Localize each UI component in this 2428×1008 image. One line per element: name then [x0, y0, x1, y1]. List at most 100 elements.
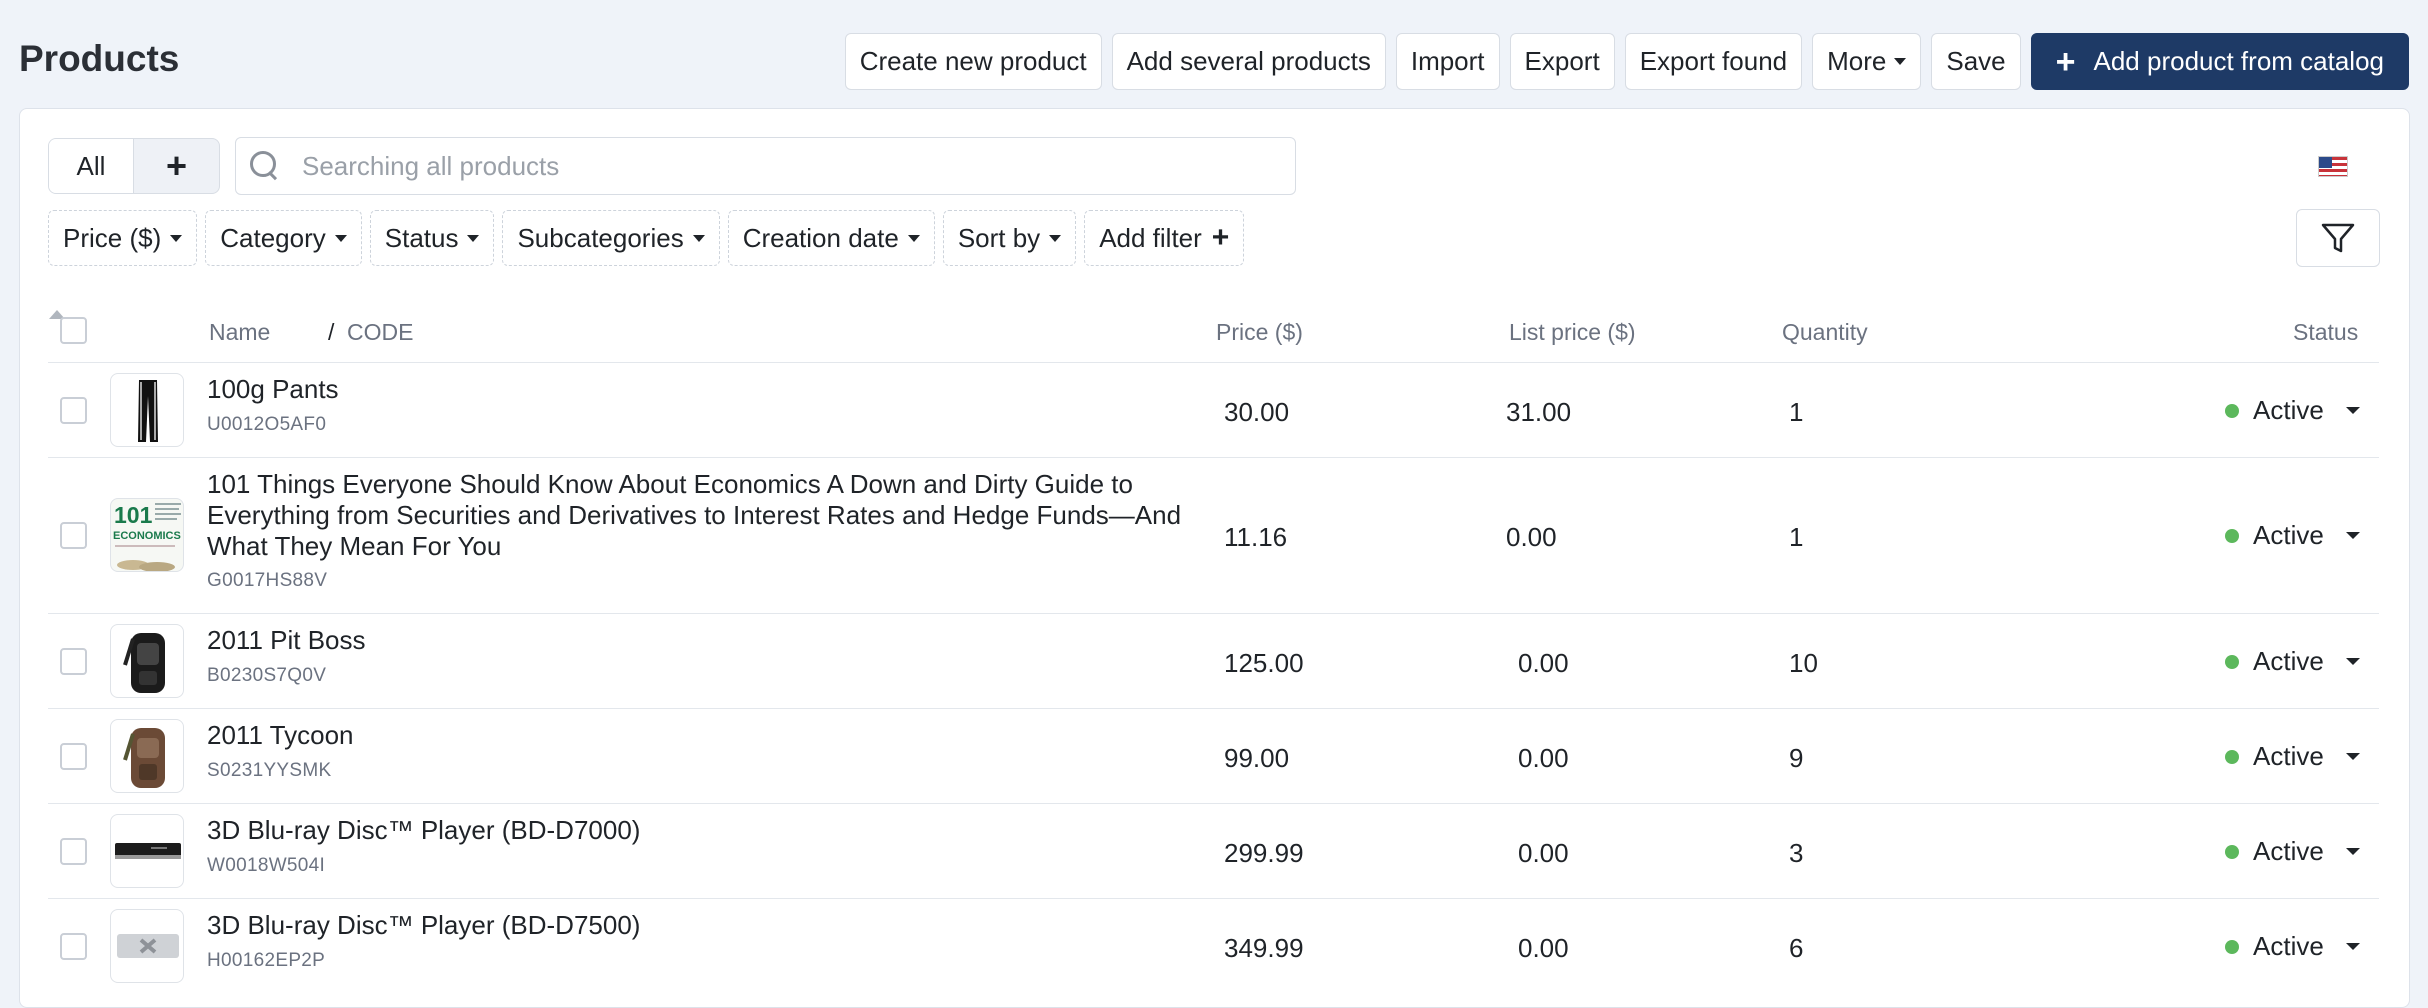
product-name[interactable]: 2011 Tycoon [207, 720, 1197, 751]
row-checkbox[interactable] [60, 648, 87, 675]
header-name[interactable]: Name [209, 319, 270, 346]
product-quantity[interactable]: 6 [1789, 933, 1803, 964]
table-header: Name / CODE Price ($) List price ($) Qua… [48, 299, 2379, 363]
tab-all[interactable]: All [49, 139, 134, 193]
export-button[interactable]: Export [1509, 33, 1615, 90]
filter-sort-by[interactable]: Sort by [942, 210, 1077, 266]
filter-subcategories[interactable]: Subcategories [502, 210, 720, 266]
chevron-down-icon [1894, 58, 1907, 65]
product-thumbnail[interactable] [110, 624, 184, 698]
add-product-from-catalog-button[interactable]: + Add product from catalog [2030, 33, 2409, 90]
export-found-button[interactable]: Export found [1624, 33, 1803, 90]
filter-status[interactable]: Status [369, 210, 495, 266]
product-quantity[interactable]: 3 [1789, 838, 1803, 869]
row-checkbox[interactable] [60, 838, 87, 865]
status-dropdown[interactable]: Active [2225, 395, 2360, 426]
header-separator: / [328, 319, 335, 345]
status-active-dot [2225, 939, 2239, 954]
product-thumbnail[interactable] [110, 909, 184, 983]
select-all-checkbox[interactable] [60, 317, 87, 344]
add-several-products-button[interactable]: Add several products [1111, 33, 1386, 90]
product-code: W0018W504I [207, 855, 326, 876]
header-list-price[interactable]: List price ($) [1509, 319, 1636, 346]
import-button[interactable]: Import [1395, 33, 1500, 90]
product-list-price[interactable]: 0.00 [1518, 648, 1569, 679]
status-dropdown[interactable]: Active [2225, 931, 2360, 962]
table-row[interactable]: 3D Blu-ray Disc™ Player (BD-D7500) H0016… [48, 899, 2379, 994]
chevron-down-icon [467, 234, 480, 242]
bluray-player-image-icon [115, 843, 181, 859]
search-input[interactable] [300, 149, 1250, 183]
product-code: U0012O5AF0 [207, 414, 327, 435]
product-price[interactable]: 299.99 [1224, 838, 1304, 869]
product-list-price[interactable]: 0.00 [1506, 522, 1557, 553]
table-row[interactable]: 2011 Tycoon S0231YYSMK 99.00 0.00 9 Acti… [48, 709, 2379, 804]
chevron-down-icon [2345, 658, 2360, 665]
table-row[interactable]: 101 ECONOMICS 101 Things Everyone Should… [48, 458, 2379, 614]
product-code: B0230S7Q0V [207, 665, 327, 686]
product-thumbnail[interactable]: 101 ECONOMICS [110, 498, 184, 572]
status-dropdown[interactable]: Active [2225, 646, 2360, 677]
plus-icon: + [2055, 42, 2076, 81]
product-name[interactable]: 3D Blu-ray Disc™ Player (BD-D7000) [207, 815, 1197, 846]
row-checkbox[interactable] [60, 933, 87, 960]
product-list-price[interactable]: 31.00 [1506, 397, 1571, 428]
filter-category[interactable]: Category [205, 210, 362, 266]
advanced-filter-button[interactable] [2296, 209, 2380, 267]
product-name[interactable]: 101 Things Everyone Should Know About Ec… [207, 469, 1197, 562]
product-list-price[interactable]: 0.00 [1518, 838, 1569, 869]
chevron-down-icon [170, 234, 183, 242]
product-price[interactable]: 125.00 [1224, 648, 1304, 679]
header-price[interactable]: Price ($) [1216, 319, 1303, 346]
product-list-price[interactable]: 0.00 [1518, 743, 1569, 774]
product-quantity[interactable]: 1 [1789, 522, 1803, 553]
status-label: Active [2253, 741, 2324, 771]
header-quantity[interactable]: Quantity [1782, 319, 1868, 346]
create-new-product-button[interactable]: Create new product [844, 33, 1102, 90]
table-row[interactable]: 3D Blu-ray Disc™ Player (BD-D7000) W0018… [48, 804, 2379, 899]
status-active-dot [2225, 844, 2239, 859]
product-thumbnail[interactable] [110, 719, 184, 793]
product-thumbnail[interactable] [110, 814, 184, 888]
add-tab-button[interactable]: + [134, 139, 219, 193]
status-dropdown[interactable]: Active [2225, 836, 2360, 867]
product-quantity[interactable]: 9 [1789, 743, 1803, 774]
product-price[interactable]: 30.00 [1224, 397, 1289, 428]
save-button[interactable]: Save [1931, 33, 2021, 90]
row-checkbox[interactable] [60, 743, 87, 770]
product-price[interactable]: 349.99 [1224, 933, 1304, 964]
book-cover-number: 101 [114, 502, 153, 528]
product-list-price[interactable]: 0.00 [1518, 933, 1569, 964]
filter-price[interactable]: Price ($) [48, 210, 198, 266]
header-status[interactable]: Status [2293, 319, 2358, 346]
product-price[interactable]: 99.00 [1224, 743, 1289, 774]
table-row[interactable]: 100g Pants U0012O5AF0 30.00 31.00 1 Acti… [48, 363, 2379, 458]
product-quantity[interactable]: 10 [1789, 648, 1818, 679]
filter-label: Status [384, 222, 459, 253]
product-thumbnail[interactable] [110, 373, 184, 447]
add-filter-button[interactable]: Add filter + [1084, 210, 1245, 266]
table-row[interactable]: 2011 Pit Boss B0230S7Q0V 125.00 0.00 10 … [48, 614, 2379, 709]
filter-creation-date[interactable]: Creation date [727, 210, 935, 266]
product-name[interactable]: 100g Pants [207, 374, 1197, 405]
status-active-dot [2225, 749, 2239, 764]
book-cover-image-icon: 101 ECONOMICS [113, 502, 181, 571]
backpack-image-icon [123, 728, 165, 788]
product-price[interactable]: 11.16 [1224, 522, 1287, 553]
status-dropdown[interactable]: Active [2225, 520, 2360, 551]
product-quantity[interactable]: 1 [1789, 397, 1803, 428]
more-dropdown-button[interactable]: More [1812, 33, 1922, 90]
filter-label: Sort by [957, 222, 1041, 253]
chevron-down-icon [2345, 943, 2360, 950]
filter-label: Add filter [1099, 222, 1202, 253]
product-code: S0231YYSMK [207, 760, 332, 781]
product-name[interactable]: 2011 Pit Boss [207, 625, 1197, 656]
status-label: Active [2253, 931, 2324, 961]
header-code[interactable]: CODE [347, 319, 413, 346]
row-checkbox[interactable] [60, 522, 87, 549]
row-checkbox[interactable] [60, 397, 87, 424]
product-name[interactable]: 3D Blu-ray Disc™ Player (BD-D7500) [207, 910, 1197, 941]
product-code: H00162EP2P [207, 950, 326, 971]
status-dropdown[interactable]: Active [2225, 741, 2360, 772]
us-flag-icon[interactable] [2318, 156, 2348, 177]
